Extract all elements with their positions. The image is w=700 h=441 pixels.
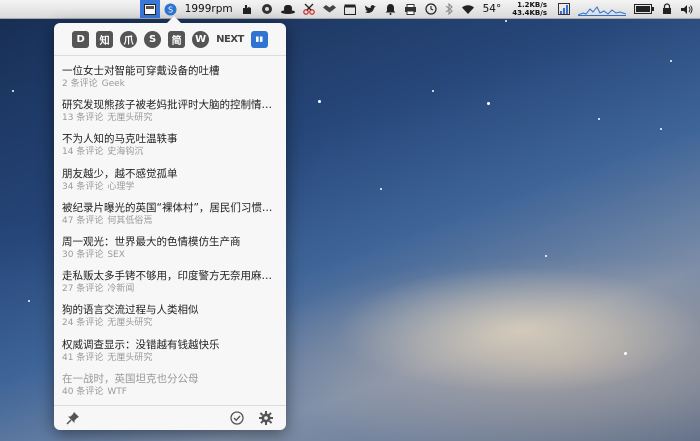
item-source: 何其低俗焉 — [107, 215, 153, 226]
item-source: 冷新闻 — [107, 284, 135, 295]
net-up-label: 1.2KB/s — [517, 1, 547, 9]
comment-count: 2 条评论 — [62, 79, 98, 89]
star — [318, 100, 321, 103]
item-source: SEX — [107, 249, 125, 260]
window-icon[interactable] — [139, 0, 160, 18]
comment-count: 14 条评论 — [62, 147, 104, 158]
item-source: Geek — [101, 79, 125, 89]
twitter-icon[interactable] — [360, 0, 381, 18]
star — [545, 255, 547, 257]
scissors-icon[interactable] — [299, 0, 319, 18]
comment-count: 27 条评论 — [62, 284, 104, 295]
item-source: 无厘头研究 — [107, 318, 153, 329]
item-source: WTF — [107, 386, 127, 397]
item-source: 心理学 — [107, 181, 135, 192]
list-item[interactable]: 周一观光：世界最大的色情模仿生产商 30 条评论 SEX — [62, 233, 286, 267]
item-title: 权威调查显示：没错越有钱越快乐 — [62, 338, 220, 351]
source-toolbar: D 知 爪 S 简 W NEXT ▮▮ — [54, 23, 286, 56]
printer-icon[interactable] — [400, 0, 421, 18]
dropbox-icon[interactable] — [319, 0, 340, 18]
item-source: 史海钩沉 — [107, 147, 144, 158]
comment-count: 34 条评论 — [62, 181, 104, 192]
bluetooth-icon[interactable] — [441, 0, 457, 18]
popover-arrow — [166, 16, 182, 24]
source-d-icon[interactable]: D — [72, 30, 90, 48]
source-book-icon[interactable]: ▮▮ — [250, 30, 268, 48]
star — [624, 352, 627, 355]
mark-read-icon[interactable] — [230, 410, 244, 429]
hat-icon[interactable] — [277, 0, 299, 18]
source-zhihu-icon[interactable]: 知 — [96, 30, 114, 48]
news-list: 一位女士对智能可穿戴设备的吐槽 2 条评论 Geek 研究发现熊孩子被老妈批评时大… — [54, 56, 286, 404]
comment-count: 30 条评论 — [62, 249, 104, 260]
star — [670, 60, 672, 62]
popover-footer — [54, 405, 286, 430]
star — [12, 90, 14, 92]
item-title: 朋友越少，越不感觉孤单 — [62, 167, 178, 180]
list-item[interactable]: 研究发现熊孩子被老妈批评时大脑的控制情… 13 条评论 无厘头研究 — [62, 96, 286, 130]
comment-count: 41 条评论 — [62, 352, 104, 363]
item-title: 走私贩太多手铐不够用，印度警方无奈用麻… — [62, 270, 272, 283]
menu-bar: S 1999rpm 54° 1.2KB/s 43.4KB/s — [0, 0, 700, 19]
item-source: 无厘头研究 — [107, 113, 153, 124]
list-item[interactable]: 走私贩太多手铐不够用，印度警方无奈用麻… 27 条评论 冷新闻 — [62, 267, 286, 301]
source-paw-icon[interactable]: 爪 — [120, 30, 138, 48]
item-title: 被纪录片曝光的英国“裸体村”，居民们习惯… — [62, 201, 273, 214]
activity-graph-icon[interactable] — [574, 0, 630, 18]
battery-icon[interactable] — [630, 0, 658, 18]
comment-count: 24 条评论 — [62, 318, 104, 329]
bell-icon[interactable] — [381, 0, 400, 18]
item-title: 研究发现熊孩子被老妈批评时大脑的控制情… — [62, 99, 272, 112]
hand-icon[interactable] — [237, 0, 257, 18]
item-source: 无厘头研究 — [107, 352, 153, 363]
source-w-icon[interactable]: W — [192, 30, 210, 48]
star — [487, 102, 490, 105]
pin-icon[interactable] — [66, 410, 80, 429]
comment-count: 47 条评论 — [62, 215, 104, 226]
net-down-label: 43.4KB/s — [512, 9, 547, 17]
clock-icon[interactable] — [421, 0, 441, 18]
list-item[interactable]: 狗的语言交流过程与人类相似 24 条评论 无厘头研究 — [62, 301, 286, 335]
item-title: 狗的语言交流过程与人类相似 — [62, 304, 199, 317]
lock-icon[interactable] — [658, 0, 676, 18]
evernote-icon[interactable] — [257, 0, 277, 18]
list-item[interactable]: 朋友越少，越不感觉孤单 34 条评论 心理学 — [62, 165, 286, 199]
list-item[interactable]: 在一战时，英国坦克也分公母 40 条评论 WTF — [62, 370, 286, 404]
comment-count: 13 条评论 — [62, 113, 104, 124]
source-next-icon[interactable]: NEXT — [216, 31, 244, 48]
item-title: 周一观光：世界最大的色情模仿生产商 — [62, 235, 241, 248]
list-item[interactable]: 不为人知的马克吐温轶事 14 条评论 史海钩沉 — [62, 130, 286, 164]
list-item[interactable]: 被纪录片曝光的英国“裸体村”，居民们习惯… 47 条评论 何其低俗焉 — [62, 199, 286, 233]
list-item[interactable]: 一位女士对智能可穿戴设备的吐槽 2 条评论 Geek — [62, 62, 286, 96]
cpu-icon[interactable] — [554, 0, 574, 18]
source-s-icon[interactable]: S — [144, 30, 162, 48]
fan-speed-readout[interactable]: 1999rpm — [181, 0, 237, 18]
item-title: 一位女士对智能可穿戴设备的吐槽 — [62, 65, 220, 77]
comment-count: 40 条评论 — [62, 386, 104, 397]
gear-icon[interactable] — [259, 410, 273, 429]
svg-text:S: S — [168, 5, 173, 14]
star — [598, 118, 600, 120]
archive-icon[interactable] — [340, 0, 360, 18]
news-popover: D 知 爪 S 简 W NEXT ▮▮ 一位女士对智能可穿戴设备的吐槽 2 条评… — [54, 16, 286, 430]
item-title: 不为人知的马克吐温轶事 — [62, 133, 178, 146]
star — [432, 90, 434, 92]
volume-icon[interactable] — [676, 0, 700, 18]
wifi-icon[interactable] — [457, 0, 479, 18]
star — [505, 20, 507, 22]
star — [660, 128, 662, 130]
star — [28, 300, 30, 302]
source-jian-icon[interactable]: 简 — [168, 30, 186, 48]
temperature-readout[interactable]: 54° — [479, 0, 506, 18]
network-speed[interactable]: 1.2KB/s 43.4KB/s — [505, 0, 554, 18]
item-title: 在一战时，英国坦克也分公母 — [62, 372, 199, 385]
star — [380, 188, 382, 190]
list-item[interactable]: 权威调查显示：没错越有钱越快乐 41 条评论 无厘头研究 — [62, 336, 286, 370]
